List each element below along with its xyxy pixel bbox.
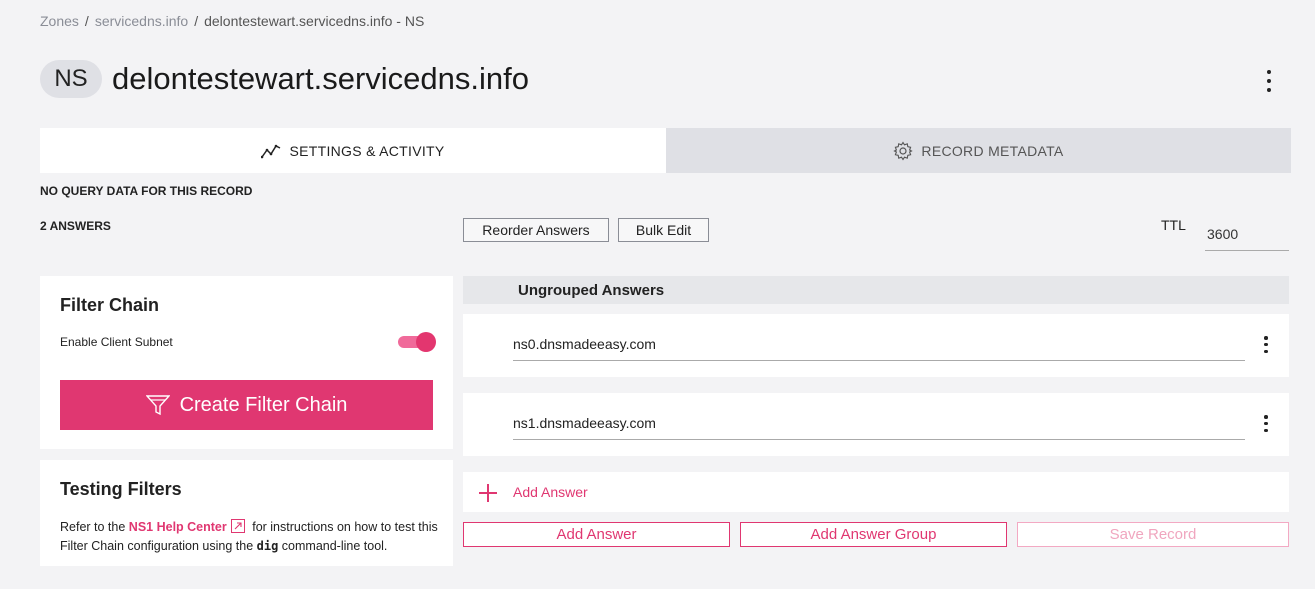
breadcrumb-current: delontestewart.servicedns.info - NS (204, 13, 425, 29)
answer-options-icon[interactable] (1263, 336, 1269, 353)
filter-chain-card: Filter Chain Enable Client Subnet Create… (40, 276, 453, 449)
more-options-icon[interactable] (1259, 70, 1279, 92)
tab-settings-label: SETTINGS & ACTIVITY (289, 142, 445, 159)
create-filter-chain-label: Create Filter Chain (179, 393, 348, 416)
activity-chart-icon (261, 144, 281, 158)
add-answer-row[interactable]: Add Answer (463, 472, 1289, 512)
answer-row: ns1.dnsmadeeasy.com (463, 393, 1289, 456)
testing-filters-title: Testing Filters (60, 479, 182, 499)
help-center-link[interactable]: NS1 Help Center (129, 520, 227, 534)
breadcrumb: Zones / servicedns.info / delontestewart… (40, 13, 424, 29)
breadcrumb-separator: / (84, 13, 89, 29)
page-title: delontestewart.servicedns.info (112, 61, 530, 96)
client-subnet-label: Enable Client Subnet (60, 335, 173, 349)
tab-metadata-label: RECORD METADATA (921, 142, 1064, 159)
external-link-icon[interactable] (230, 519, 245, 533)
save-record-button[interactable]: Save Record (1017, 522, 1289, 547)
reorder-answers-button[interactable]: Reorder Answers (463, 218, 609, 242)
testing-filters-text: Refer to the NS1 Help Center for instruc… (60, 518, 440, 556)
testing-text-part: Refer to the (60, 520, 129, 534)
answer-row: ns0.dnsmadeeasy.com (463, 314, 1289, 377)
add-answer-link[interactable]: Add Answer (513, 484, 588, 500)
client-subnet-toggle[interactable] (398, 332, 436, 352)
ttl-label: TTL (1161, 217, 1186, 233)
testing-filters-card: Testing Filters Refer to the NS1 Help Ce… (40, 460, 453, 566)
page-header: NS delontestewart.servicedns.info (40, 60, 529, 98)
ttl-input[interactable]: 3600 (1205, 224, 1289, 251)
ungrouped-answers-header: Ungrouped Answers (463, 276, 1289, 304)
gear-icon (893, 140, 914, 161)
record-type-badge: NS (40, 60, 102, 98)
add-answer-group-button[interactable]: Add Answer Group (740, 522, 1007, 547)
answer-options-icon[interactable] (1263, 415, 1269, 432)
tab-bar: SETTINGS & ACTIVITY RECORD METADATA (40, 128, 1291, 173)
tab-record-metadata[interactable]: RECORD METADATA (666, 128, 1291, 173)
answer-input[interactable]: ns1.dnsmadeeasy.com (513, 415, 1245, 440)
filter-chain-title: Filter Chain (60, 295, 160, 315)
dig-code: dig (256, 539, 279, 553)
tab-settings-activity[interactable]: SETTINGS & ACTIVITY (40, 128, 666, 173)
bulk-edit-button[interactable]: Bulk Edit (618, 218, 709, 242)
breadcrumb-zone[interactable]: servicedns.info (95, 13, 188, 29)
answers-count: 2 ANSWERS (40, 219, 111, 233)
no-query-notice: NO QUERY DATA FOR THIS RECORD (40, 184, 253, 198)
breadcrumb-separator: / (194, 13, 199, 29)
add-answer-button[interactable]: Add Answer (463, 522, 730, 547)
breadcrumb-zones[interactable]: Zones (40, 13, 79, 29)
testing-text-part: command-line tool. (278, 539, 388, 553)
filter-icon (145, 395, 170, 416)
plus-icon[interactable] (479, 484, 497, 502)
create-filter-chain-button[interactable]: Create Filter Chain (60, 380, 433, 430)
answer-input[interactable]: ns0.dnsmadeeasy.com (513, 336, 1245, 361)
